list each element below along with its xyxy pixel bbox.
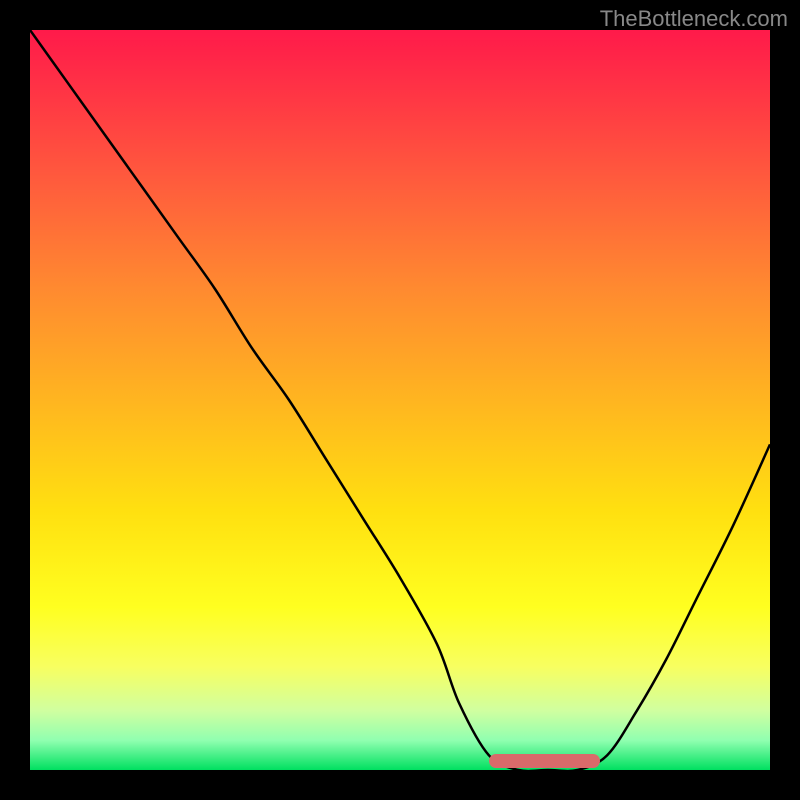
watermark-text: TheBottleneck.com	[600, 6, 788, 32]
chart-curve-svg	[30, 30, 770, 770]
chart-plot-area	[30, 30, 770, 770]
bottleneck-curve-line	[30, 30, 770, 770]
optimal-range-bar	[489, 754, 600, 768]
